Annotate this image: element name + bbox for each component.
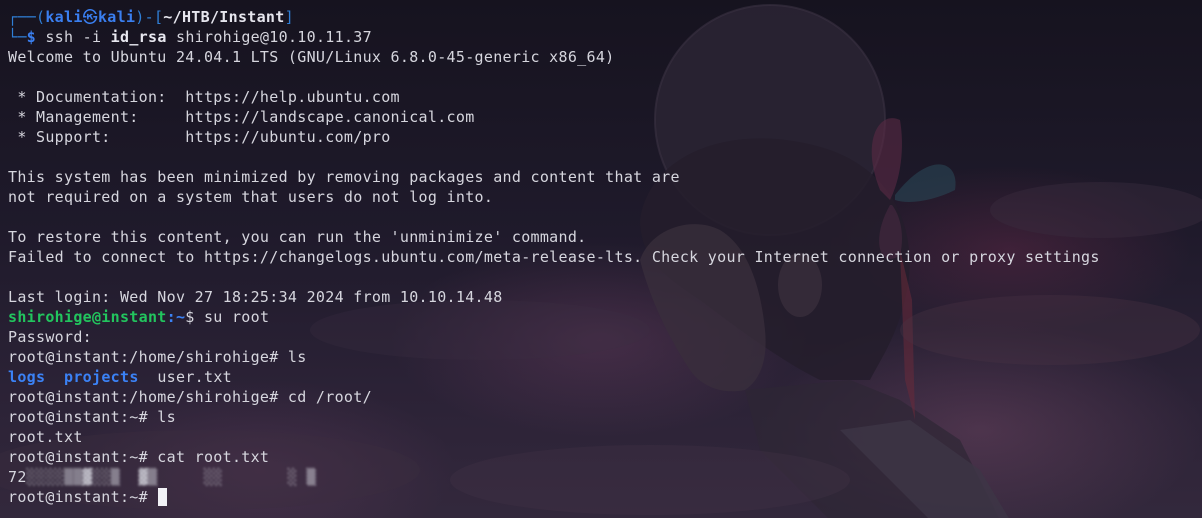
prompt-frame-bottom: └─ xyxy=(8,28,27,46)
restore-line: To restore this content, you can run the… xyxy=(8,228,587,246)
root-home-ls-line: root@instant:/home/shirohige# ls xyxy=(8,348,307,366)
ls-dir-projects: projects xyxy=(64,368,139,386)
prompt-skull-icon: ㉿ xyxy=(82,8,98,26)
management-line: * Management: https://landscape.canonica… xyxy=(8,108,475,126)
kali-prompt-header: ┌──(kali㉿kali)-[~/HTB/Instant] xyxy=(8,8,294,26)
minimized-line-1: This system has been minimized by removi… xyxy=(8,168,680,186)
ls-file-user-txt: user.txt xyxy=(157,368,232,386)
su-command: $ su root xyxy=(185,308,270,326)
prompt-user: kali xyxy=(45,8,83,26)
last-login-line: Last login: Wed Nov 27 18:25:34 2024 fro… xyxy=(8,288,503,306)
ls-dir-logs: logs xyxy=(8,368,46,386)
prompt-dollar: $ xyxy=(26,28,46,46)
ssh-target: shirohige@10.10.11.37 xyxy=(166,28,372,46)
ls-output-line: logs projects user.txt xyxy=(8,367,1198,387)
prompt-path: ~/HTB/Instant xyxy=(163,8,285,26)
ubuntu-prompt-line: shirohige@instant:~$ su root xyxy=(8,307,1198,327)
root-txt-output: root.txt xyxy=(8,428,83,446)
prompt-frame-top: ┌──( xyxy=(8,8,46,26)
terminal-output: ┌──(kali㉿kali)-[~/HTB/Instant] └─$ ssh -… xyxy=(8,7,1198,507)
minimized-line-2: not required on a system that users do n… xyxy=(8,188,494,206)
cat-root-line: root@instant:~# cat root.txt xyxy=(8,448,270,466)
kali-prompt-command: └─$ ssh -i id_rsa shirohige@10.10.11.37 xyxy=(8,27,1198,47)
documentation-line: * Documentation: https://help.ubuntu.com xyxy=(8,88,400,106)
flag-redacted-blur: ░░░░▒▒▓░░▒ ▓▒ ░░ ░ ▒ xyxy=(26,468,316,486)
final-prompt: root@instant:~# xyxy=(8,488,158,506)
ssh-key-file: id_rsa xyxy=(110,28,167,46)
password-prompt: Password: xyxy=(8,328,92,346)
redacted-flag-line: 72░░░░▒▒▓░░▒ ▓▒ ░░ ░ ▒ xyxy=(8,467,1198,487)
root-ls-line: root@instant:~# ls xyxy=(8,408,176,426)
terminal-window[interactable]: ┌──(kali㉿kali)-[~/HTB/Instant] └─$ ssh -… xyxy=(0,0,1202,518)
support-line: * Support: https://ubuntu.com/pro xyxy=(8,128,391,146)
flag-visible-prefix: 72 xyxy=(8,468,27,486)
cd-root-line: root@instant:/home/shirohige# cd /root/ xyxy=(8,388,372,406)
ubuntu-prompt-path: :~ xyxy=(166,308,186,326)
welcome-line: Welcome to Ubuntu 24.04.1 LTS (GNU/Linux… xyxy=(8,48,615,66)
failed-connect-line: Failed to connect to https://changelogs.… xyxy=(8,248,1100,266)
ssh-command: ssh -i xyxy=(45,28,111,46)
final-prompt-line[interactable]: root@instant:~# xyxy=(8,487,1198,507)
text-cursor[interactable] xyxy=(158,488,168,506)
prompt-host: kali xyxy=(97,8,136,26)
ubuntu-prompt-user: shirohige@instant xyxy=(8,308,167,326)
